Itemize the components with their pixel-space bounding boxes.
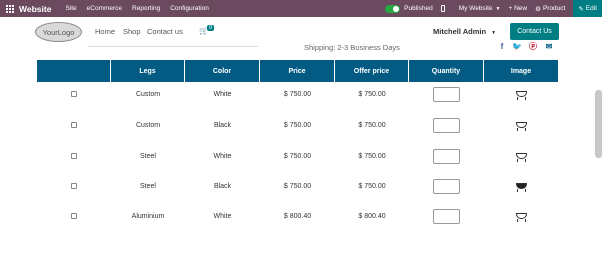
- apps-menu-icon[interactable]: [6, 4, 14, 13]
- cell-color: White: [213, 212, 232, 220]
- toggle-switch-icon[interactable]: [385, 4, 401, 13]
- chevron-down-icon: ▼: [491, 30, 497, 36]
- shipping-text: Shipping: 2-3 Business Days: [304, 43, 400, 52]
- cart-count-badge: 0: [207, 25, 215, 31]
- twitter-icon[interactable]: 🐦: [512, 42, 522, 51]
- app-brand[interactable]: Website: [19, 4, 51, 14]
- bathtub-image-icon: [514, 212, 529, 222]
- product-button[interactable]: ⚙ Product: [535, 5, 565, 13]
- menu-ecommerce[interactable]: eCommerce: [87, 5, 122, 12]
- admin-bar-right: Published My Website ▼ + New ⚙ Product ✎…: [385, 0, 602, 17]
- user-menu[interactable]: Mitchell Admin ▼: [433, 27, 496, 36]
- cell-price: $ 750.00: [283, 182, 312, 190]
- pencil-icon: ✎: [578, 5, 584, 13]
- row-checkbox[interactable]: [71, 91, 77, 97]
- cell-color: Black: [213, 182, 232, 190]
- nav-shop[interactable]: Shop: [123, 27, 141, 36]
- menu-reporting[interactable]: Reporting: [132, 5, 160, 12]
- cell-offer-price: $ 750.00: [358, 182, 386, 190]
- row-checkbox[interactable]: [71, 153, 77, 159]
- site-logo[interactable]: YourLogo: [35, 22, 82, 42]
- divider: [88, 46, 258, 47]
- edit-button-label: Edit: [585, 5, 597, 12]
- table-row: Custom White $ 750.00 $ 750.00: [37, 79, 558, 109]
- email-icon[interactable]: ✉: [544, 42, 554, 51]
- cell-legs: Custom: [135, 121, 161, 129]
- mobile-icon: [440, 5, 445, 12]
- cell-color: Black: [213, 121, 232, 129]
- cell-legs: Steel: [140, 182, 156, 190]
- bathtub-image-icon: [514, 182, 529, 192]
- bathtub-image-icon: [514, 90, 529, 100]
- cell-price: $ 800.40: [283, 212, 312, 220]
- pinterest-icon[interactable]: ⓟ: [528, 42, 538, 51]
- edit-button[interactable]: ✎ Edit: [573, 0, 602, 17]
- cell-offer-price: $ 800.40: [358, 212, 386, 220]
- published-toggle[interactable]: Published: [385, 4, 433, 13]
- cell-legs: Aluminium: [131, 212, 165, 220]
- cell-price: $ 750.00: [283, 152, 312, 160]
- row-checkbox[interactable]: [71, 213, 77, 219]
- quantity-input[interactable]: [433, 178, 460, 194]
- published-label: Published: [404, 5, 433, 12]
- contact-us-button[interactable]: Contact Us: [510, 23, 559, 40]
- cell-color: White: [213, 90, 232, 98]
- logo-text: YourLogo: [42, 27, 75, 37]
- cell-price: $ 750.00: [283, 121, 312, 129]
- new-button[interactable]: + New: [509, 5, 528, 12]
- chevron-down-icon: ▼: [495, 5, 501, 12]
- mobile-preview-button[interactable]: [440, 5, 451, 12]
- cell-color: White: [213, 152, 232, 160]
- table-row: Custom Black $ 750.00 $ 750.00: [37, 110, 558, 140]
- table-row: Aluminium White $ 800.40 $ 800.40: [37, 201, 558, 231]
- row-checkbox[interactable]: [71, 183, 77, 189]
- cell-offer-price: $ 750.00: [358, 121, 386, 129]
- menu-site[interactable]: Site: [65, 5, 76, 12]
- admin-bar: Website Site eCommerce Reporting Configu…: [0, 0, 602, 17]
- cell-offer-price: $ 750.00: [358, 152, 386, 160]
- table-row: Steel Black $ 750.00 $ 750.00: [37, 171, 558, 201]
- new-button-label: + New: [508, 5, 528, 12]
- bathtub-image-icon: [514, 121, 529, 131]
- website-selector[interactable]: My Website ▼: [459, 5, 501, 12]
- menu-configuration[interactable]: Configuration: [170, 5, 209, 12]
- nav-home[interactable]: Home: [95, 27, 115, 36]
- bathtub-image-icon: [514, 152, 529, 162]
- user-name: Mitchell Admin: [433, 27, 487, 36]
- cell-price: $ 750.00: [283, 90, 312, 98]
- facebook-icon[interactable]: f: [497, 42, 507, 51]
- website-selector-label: My Website: [458, 5, 493, 12]
- row-checkbox[interactable]: [71, 122, 77, 128]
- table-row: Steel White $ 750.00 $ 750.00: [37, 141, 558, 171]
- product-button-label: Product: [542, 5, 566, 12]
- cell-legs: Custom: [135, 90, 161, 98]
- quantity-input[interactable]: [433, 148, 460, 164]
- nav-contact-us[interactable]: Contact us: [147, 27, 183, 36]
- quantity-input[interactable]: [433, 86, 460, 102]
- gear-icon: ⚙: [535, 5, 541, 13]
- cell-offer-price: $ 750.00: [358, 90, 386, 98]
- quantity-input[interactable]: [433, 208, 460, 224]
- quantity-input[interactable]: [433, 117, 460, 133]
- scrollbar[interactable]: [595, 90, 602, 158]
- cell-legs: Steel: [140, 152, 156, 160]
